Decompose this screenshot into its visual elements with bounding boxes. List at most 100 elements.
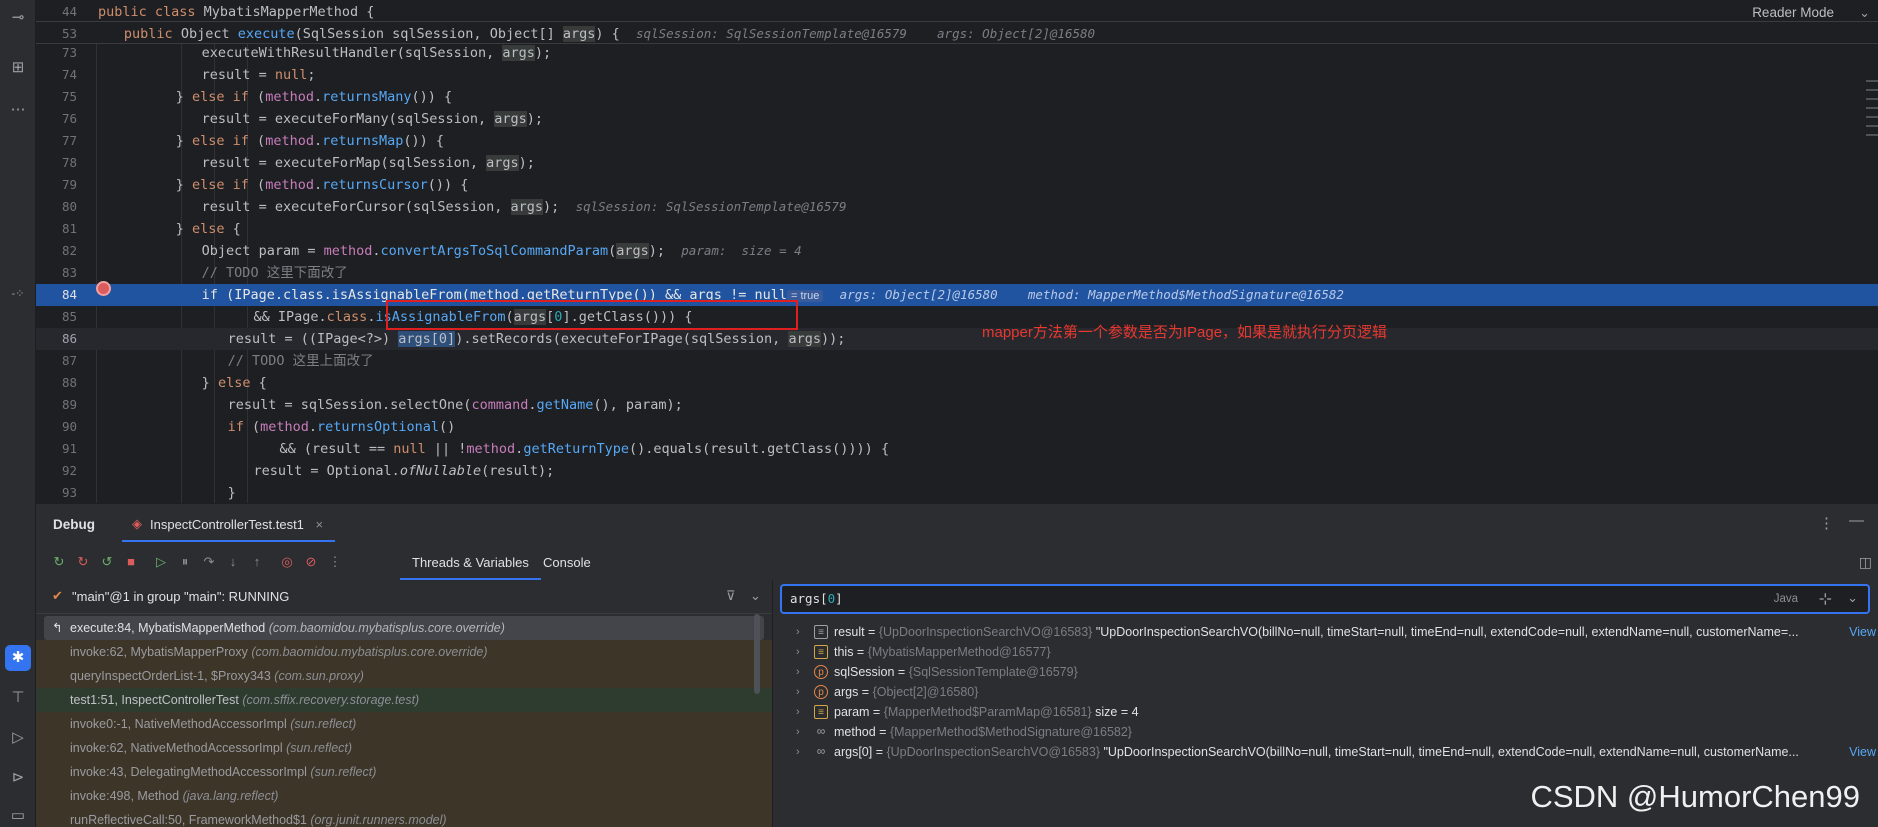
thread-selector[interactable]: ✔ "main"@1 in group "main": RUNNING ⊽ ⌄ [36, 580, 772, 614]
line-number[interactable]: 75 [62, 86, 112, 108]
code-line[interactable]: 53 public Object execute(SqlSession sqlSe… [36, 23, 1878, 44]
stack-frame[interactable]: queryInspectOrderList-1, $Proxy343 (com.… [36, 664, 772, 688]
line-number[interactable]: 90 [62, 416, 112, 438]
filter-icon[interactable]: ⊽ [726, 588, 736, 604]
code-line[interactable]: 86 result = ((IPage<?>) args[0]).setRecor… [36, 328, 1878, 350]
code-line[interactable]: 88} else { [36, 372, 1878, 394]
view-link[interactable]: View [1849, 740, 1876, 764]
rerun-failed-icon[interactable]: ↻ [74, 553, 92, 571]
commit-icon[interactable]: ⊸ [8, 8, 28, 28]
stack-frame[interactable]: invoke:62, NativeMethodAccessorImpl (sun… [36, 736, 772, 760]
resume-icon[interactable]: ▷ [152, 553, 170, 571]
code-line[interactable]: 92 result = Optional.ofNullable(result); [36, 460, 1878, 482]
breakpoint-icon[interactable] [96, 281, 111, 296]
step-over-icon[interactable]: ↷ [200, 553, 218, 571]
code-line[interactable]: 77} else if (method.returnsMap()) { [36, 130, 1878, 152]
variable-row[interactable]: › ∞ args[0] = {UpDoorInspectionSearchVO@16… [776, 740, 1878, 764]
code-line[interactable]: 87 // TODO 这里上面改了 [36, 350, 1878, 372]
chevron-down-icon[interactable]: ⌄ [750, 588, 761, 604]
pause-icon[interactable]: ⏸ [176, 553, 194, 571]
close-icon[interactable]: × [316, 517, 324, 532]
line-number[interactable]: 76 [62, 108, 112, 130]
chevron-down-icon[interactable]: ⌄ [1847, 590, 1858, 606]
language-selector[interactable]: Java [1774, 593, 1798, 605]
mute-breakpoints-icon[interactable]: ⊘ [302, 553, 320, 571]
code-line[interactable]: 75 } else if (method.returnsMany()) { [36, 86, 1878, 108]
code-line[interactable]: 79} else if (method.returnsCursor()) { [36, 174, 1878, 196]
stack-frame[interactable]: runReflectiveCall:50, FrameworkMethod$1 … [36, 808, 772, 827]
code-line[interactable]: 44 public class MybatisMapperMethod { [36, 1, 1878, 22]
step-into-icon[interactable]: ↓ [224, 553, 242, 571]
code-line[interactable]: 90 if (method.returnsOptional() [36, 416, 1878, 438]
layout-icon[interactable]: ◫ [1859, 554, 1872, 571]
line-number[interactable]: 73 [62, 42, 112, 64]
line-number[interactable]: 77 [62, 130, 112, 152]
more-tools-icon[interactable]: ⋯ [8, 100, 28, 120]
line-number[interactable]: 89 [62, 394, 112, 416]
line-number[interactable]: 93 [62, 482, 112, 503]
code-line[interactable]: 80 result = executeForCursor(sqlSession, … [36, 196, 1878, 218]
more-options-icon[interactable]: ⋮ [1819, 514, 1834, 532]
code-line[interactable]: 73 executeWithResultHandler(sqlSession, a… [36, 42, 1878, 64]
line-number[interactable]: 88 [62, 372, 112, 394]
code-line[interactable]: 91 && (result == null || !method.getRetur… [36, 438, 1878, 460]
stop-icon[interactable]: ■ [122, 553, 140, 571]
line-number[interactable]: 92 [62, 460, 112, 482]
line-number[interactable]: 82 [62, 240, 112, 262]
add-watch-icon[interactable]: ⊹ [1819, 589, 1832, 609]
line-number[interactable]: 79 [62, 174, 112, 196]
run-icon[interactable]: ▷ [8, 728, 28, 748]
tab-threads-variables[interactable]: Threads & Variables [400, 542, 541, 580]
code-line[interactable]: 78 result = executeForMap(sqlSession, arg… [36, 152, 1878, 174]
stack-frame[interactable]: invoke:62, MybatisMapperProxy (com.baomi… [36, 640, 772, 664]
frame-name: invoke0:-1, NativeMethodAccessorImpl [70, 717, 291, 731]
stack-frame[interactable]: ↰ execute:84, MybatisMapperMethod (com.ba… [44, 616, 764, 640]
code-line[interactable]: 85 && IPage.class.isAssignableFrom(args[0… [36, 306, 1878, 328]
collapse-icon[interactable]: -⁘ [8, 284, 28, 304]
line-number[interactable]: 53 [62, 23, 112, 45]
step-out-icon[interactable]: ↑ [248, 553, 266, 571]
structure-icon[interactable]: ⊞ [8, 58, 28, 78]
line-number[interactable]: 87 [62, 350, 112, 372]
line-number[interactable]: 78 [62, 152, 112, 174]
minimize-icon[interactable]: — [1849, 512, 1864, 529]
code-line[interactable]: 84 if (IPage.class.isAssignableFrom(metho… [36, 284, 1878, 306]
code-line[interactable]: 82 Object param = method.convertArgsToSql… [36, 240, 1878, 262]
line-number[interactable]: 80 [62, 196, 112, 218]
current-frame-icon: ↰ [52, 621, 63, 635]
frames-scrollbar[interactable] [754, 614, 760, 694]
rerun-automatic-icon[interactable]: ↺ [98, 553, 116, 571]
reader-mode-button[interactable]: Reader Mode [1752, 5, 1834, 20]
stack-frame[interactable]: invoke0:-1, NativeMethodAccessorImpl (su… [36, 712, 772, 736]
tab-console[interactable]: Console [543, 542, 591, 580]
debug-session-tab[interactable]: ◈ InspectControllerTest.test1 × [122, 504, 336, 542]
line-number[interactable]: 91 [62, 438, 112, 460]
stack-frame[interactable]: test1:51, InspectControllerTest (com.sff… [36, 688, 772, 712]
stack-frame[interactable]: invoke:498, Method (java.lang.reflect) [36, 784, 772, 808]
evaluate-expression-field[interactable]: args[0] Java ⊹ ⌄ [780, 584, 1870, 614]
line-number[interactable]: 81 [62, 218, 112, 240]
terminal-icon[interactable]: ▭ [8, 806, 28, 826]
code-line[interactable]: 93} [36, 482, 1878, 503]
line-number[interactable]: 86 [62, 328, 112, 350]
code-editor[interactable]: Reader Mode ⌄ 44 public class MybatisMapp… [36, 0, 1878, 503]
evaluate-expression-text[interactable]: args[0] [790, 591, 843, 606]
code-line[interactable]: 74 result = null; [36, 64, 1878, 86]
view-breakpoints-icon[interactable]: ◎ [278, 553, 296, 571]
build-icon[interactable]: ⊤ [8, 688, 28, 708]
code-line[interactable]: 76 result = executeForMany(sqlSession, ar… [36, 108, 1878, 130]
code-line[interactable]: 81} else { [36, 218, 1878, 240]
rerun-icon[interactable]: ↻ [50, 553, 68, 571]
services-icon[interactable]: ⊳ [8, 768, 28, 788]
debug-icon[interactable]: ✱ [5, 645, 31, 671]
frame-package: (sun.reflect) [290, 717, 357, 731]
code-line[interactable]: 83// TODO 这里下面改了 [36, 262, 1878, 284]
more-icon[interactable]: ⋮ [326, 553, 344, 571]
reader-mode-icon[interactable]: ⌄ [1859, 5, 1870, 21]
line-number[interactable]: 74 [62, 64, 112, 86]
expand-icon[interactable]: › [796, 740, 800, 764]
code-text: } else if (method.returnsMany()) { [175, 89, 453, 105]
line-number[interactable]: 85 [62, 306, 112, 328]
stack-frame[interactable]: invoke:43, DelegatingMethodAccessorImpl … [36, 760, 772, 784]
code-line[interactable]: 89 result = sqlSession.selectOne(command.… [36, 394, 1878, 416]
